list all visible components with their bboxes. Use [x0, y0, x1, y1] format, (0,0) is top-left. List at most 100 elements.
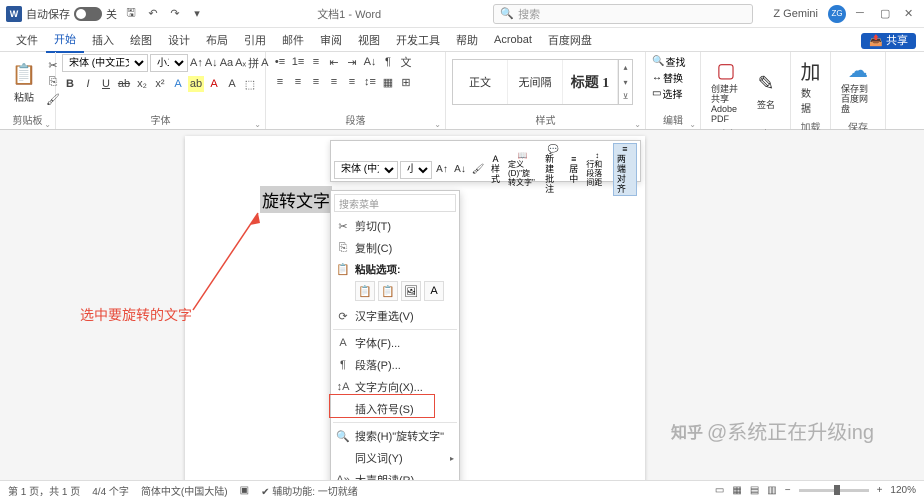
request-signature-button[interactable]: ✎签名	[748, 67, 784, 113]
mt-font-name[interactable]: 宋体 (中文正	[334, 161, 398, 179]
document-canvas[interactable]: 旋转文字 选中要旋转的文字 宋体 (中文正 小二 A↑ A↓ 🖌 A样式 📖定义…	[0, 130, 924, 480]
close-button[interactable]: ✕	[904, 7, 918, 21]
align-right-icon[interactable]: ≡	[308, 74, 324, 90]
tab-layout[interactable]: 布局	[198, 28, 236, 52]
subscript-button[interactable]: x₂	[134, 76, 150, 92]
underline-button[interactable]: U	[98, 76, 114, 92]
paste-picture-icon[interactable]: 🖼	[401, 281, 421, 301]
align-center-icon[interactable]: ≡	[290, 74, 306, 90]
char-shading-icon[interactable]: A	[224, 76, 240, 92]
tab-file[interactable]: 文件	[8, 28, 46, 52]
view-read-icon[interactable]: ▥	[767, 485, 776, 496]
replace-button[interactable]: ↔替换	[652, 70, 694, 85]
asian-layout-icon[interactable]: 文	[398, 54, 414, 70]
increase-font-icon[interactable]: A↑	[190, 55, 203, 71]
zoom-out-button[interactable]: −	[785, 485, 791, 496]
view-print-icon[interactable]: ▦	[732, 485, 741, 496]
phonetic-guide-icon[interactable]: 拼	[248, 55, 259, 71]
change-case-icon[interactable]: Aa	[220, 55, 233, 71]
font-color-icon[interactable]: A	[206, 76, 222, 92]
decrease-font-icon[interactable]: A↓	[205, 55, 218, 71]
search-box[interactable]: 🔍 搜索	[493, 4, 753, 24]
status-page[interactable]: 第 1 页，共 1 页	[8, 483, 80, 498]
bullets-icon[interactable]: •≡	[272, 54, 288, 70]
line-spacing-icon[interactable]: ↕≡	[362, 74, 378, 90]
maximize-button[interactable]: ▢	[880, 7, 894, 21]
bold-button[interactable]: B	[62, 76, 78, 92]
status-macro-icon[interactable]: ▣	[240, 485, 249, 496]
justify-icon[interactable]: ≡	[326, 74, 342, 90]
ctx-cut[interactable]: ✂剪切(T)	[331, 215, 459, 237]
user-avatar[interactable]: ZG	[828, 5, 846, 23]
save-baidu-button[interactable]: ☁保存到百度网盘	[837, 54, 879, 117]
status-language[interactable]: 简体中文(中国大陆)	[141, 483, 228, 498]
tab-design[interactable]: 设计	[160, 28, 198, 52]
mt-new-comment-button[interactable]: 💬新建批注	[542, 144, 564, 195]
char-border-icon[interactable]: ⬚	[242, 76, 258, 92]
tab-view[interactable]: 视图	[350, 28, 388, 52]
tab-mailings[interactable]: 邮件	[274, 28, 312, 52]
ctx-search-input[interactable]: 搜索菜单	[334, 194, 456, 212]
ctx-text-direction[interactable]: ↕A文字方向(X)...	[331, 376, 459, 398]
mt-justify-button[interactable]: ≡两端对齐	[613, 143, 637, 196]
find-button[interactable]: 🔍查找	[652, 54, 694, 69]
show-marks-icon[interactable]: ¶	[380, 54, 396, 70]
font-name-select[interactable]: 宋体 (中文正文)	[62, 54, 148, 72]
increase-indent-icon[interactable]: ⇥	[344, 54, 360, 70]
zoom-value[interactable]: 120%	[890, 485, 916, 496]
mt-font-size[interactable]: 小二	[400, 161, 432, 179]
tab-help[interactable]: 帮助	[448, 28, 486, 52]
qat-customize-icon[interactable]: ▾	[189, 6, 205, 22]
minimize-button[interactable]: ─	[856, 7, 870, 21]
undo-icon[interactable]: ↶	[145, 6, 161, 22]
italic-button[interactable]: I	[80, 76, 96, 92]
align-left-icon[interactable]: ≡	[272, 74, 288, 90]
mt-decrease-font-icon[interactable]: A↓	[452, 162, 468, 178]
status-accessibility[interactable]: ✔ 辅助功能: 一切就绪	[261, 483, 358, 498]
ctx-copy[interactable]: ⎘复制(C)	[331, 237, 459, 259]
clear-formatting-icon[interactable]: Aₓ	[235, 55, 246, 71]
font-size-select[interactable]: 小二	[150, 54, 188, 72]
tab-developer[interactable]: 开发工具	[388, 28, 448, 52]
zoom-in-button[interactable]: +	[877, 485, 883, 496]
style-normal[interactable]: 正文	[453, 60, 508, 104]
ctx-synonyms[interactable]: 同义词(Y)	[331, 447, 459, 469]
multilevel-icon[interactable]: ≡	[308, 54, 324, 70]
tab-draw[interactable]: 绘图	[122, 28, 160, 52]
text-effects-icon[interactable]: A	[170, 76, 186, 92]
view-focus-icon[interactable]: ▭	[715, 485, 724, 496]
save-icon[interactable]: 🖫	[123, 6, 139, 22]
tab-references[interactable]: 引用	[236, 28, 274, 52]
ctx-search-selection[interactable]: 🔍搜索(H)"旋转文字"	[331, 425, 459, 447]
superscript-button[interactable]: x²	[152, 76, 168, 92]
ctx-paragraph[interactable]: ¶段落(P)...	[331, 354, 459, 376]
style-down-icon[interactable]: ▾	[619, 75, 632, 90]
view-web-icon[interactable]: ▤	[750, 485, 759, 496]
zoom-slider[interactable]	[799, 489, 869, 492]
styles-gallery[interactable]: 正文 无间隔 标题 1 ▴▾⊻	[452, 59, 633, 105]
user-name[interactable]: Z Gemini	[773, 8, 818, 20]
tab-insert[interactable]: 插入	[84, 28, 122, 52]
paste-button[interactable]: 📋 粘贴	[6, 58, 42, 106]
tab-home[interactable]: 开始	[46, 27, 84, 53]
sort-icon[interactable]: A↓	[362, 54, 378, 70]
ctx-font[interactable]: A字体(F)...	[331, 332, 459, 354]
redo-icon[interactable]: ↷	[167, 6, 183, 22]
paste-text-only-icon[interactable]: A	[424, 281, 444, 301]
tab-review[interactable]: 审阅	[312, 28, 350, 52]
style-heading1[interactable]: 标题 1	[563, 60, 618, 104]
ctx-read-aloud[interactable]: A»大声朗读(R)	[331, 469, 459, 480]
mt-line-spacing-button[interactable]: ↕行和段落间距	[583, 151, 611, 188]
mt-define-button[interactable]: 📖定义(D)"旋转文字"	[505, 151, 540, 188]
highlight-icon[interactable]: ab	[188, 76, 204, 92]
status-words[interactable]: 4/4 个字	[92, 483, 129, 498]
strikethrough-button[interactable]: ab	[116, 76, 132, 92]
paste-keep-formatting-icon[interactable]: 📋	[355, 281, 375, 301]
numbering-icon[interactable]: 1≡	[290, 54, 306, 70]
mt-increase-font-icon[interactable]: A↑	[434, 162, 450, 178]
decrease-indent-icon[interactable]: ⇤	[326, 54, 342, 70]
mt-styles-button[interactable]: A样式	[488, 154, 503, 186]
style-up-icon[interactable]: ▴	[619, 60, 632, 75]
ctx-insert-symbol[interactable]: 插入符号(S)	[331, 398, 459, 420]
share-button[interactable]: 📤 共享	[861, 33, 916, 49]
